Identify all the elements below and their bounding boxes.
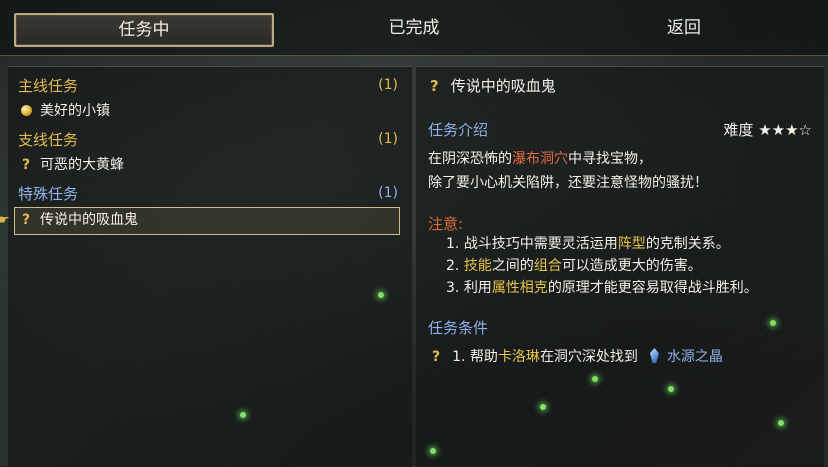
main-quest-header[interactable]: 主线任务 xyxy=(18,75,78,96)
spark-effect xyxy=(240,412,246,418)
side-quest-count: (1) xyxy=(378,131,398,147)
back-button[interactable]: 返回 xyxy=(556,13,812,43)
notes-list: 1. 战斗技巧中需要灵活运用阵型的克制关系。 2. 技能之间的组合可以造成更大的… xyxy=(446,233,758,299)
spark-effect xyxy=(430,448,436,454)
spark-effect xyxy=(378,292,384,298)
top-divider xyxy=(0,55,828,56)
desc-text: 除了要小心机关陷阱，还要注意怪物的骚扰！ xyxy=(428,175,708,191)
question-mark-icon: ? xyxy=(430,77,439,95)
desc-highlight-location: 瀑布洞穴 xyxy=(512,151,568,167)
question-mark-icon: ? xyxy=(21,212,31,228)
note-label: 注意: xyxy=(428,215,464,233)
quest-list-panel: 主线任务 (1) 美好的小镇 支线任务 (1) ? 可恶的大黄蜂 特殊任务 (1)… xyxy=(0,66,412,467)
quest-detail-panel: ? 传说中的吸血鬼 任务介绍 难度 ★★★☆ 在阴深恐怖的瀑布洞穴中寻找宝物， 除… xyxy=(416,66,824,467)
condition-item: ? 1. 帮助卡洛琳在洞穴深处找到 水源之晶 xyxy=(432,348,723,365)
pointer-hand-icon: ☛ xyxy=(0,213,10,228)
main-quest-count: (1) xyxy=(378,77,398,93)
question-mark-icon: ? xyxy=(21,157,31,173)
quest-title-text: 传说中的吸血鬼 xyxy=(450,77,556,95)
quest-item-special[interactable]: ? 传说中的吸血鬼 xyxy=(18,208,138,232)
spark-effect xyxy=(668,386,674,392)
question-mark-icon: ? xyxy=(432,349,441,365)
quest-item-label: 可恶的大黄蜂 xyxy=(40,157,124,173)
spark-effect xyxy=(592,376,598,382)
crystal-icon xyxy=(649,348,659,363)
tab-completed[interactable]: 已完成 xyxy=(286,13,542,43)
spark-effect xyxy=(770,320,776,326)
special-quest-header[interactable]: 特殊任务 xyxy=(18,183,78,204)
spark-effect xyxy=(778,420,784,426)
quest-title: ? 传说中的吸血鬼 xyxy=(430,75,556,96)
star-icon: ★★★☆ xyxy=(758,121,812,139)
tab-in-progress[interactable]: 任务中 xyxy=(14,13,274,47)
desc-text: 在阴深恐怖的 xyxy=(428,151,512,167)
quest-item-label: 传说中的吸血鬼 xyxy=(40,212,138,228)
spark-effect xyxy=(540,404,546,410)
tab-bar: 任务中 已完成 返回 xyxy=(0,0,828,56)
note-item: 2. 技能之间的组合可以造成更大的伤害。 xyxy=(446,258,702,274)
item-link[interactable]: 水源之晶 xyxy=(667,349,723,365)
quest-item-side[interactable]: ? 可恶的大黄蜂 xyxy=(18,153,124,177)
difficulty: 难度 ★★★☆ xyxy=(723,119,812,140)
gold-coin-icon xyxy=(21,105,32,116)
side-quest-header[interactable]: 支线任务 xyxy=(18,129,78,150)
note-item: 3. 利用属性相克的原理才能更容易取得战斗胜利。 xyxy=(446,280,758,296)
intro-label: 任务介绍 xyxy=(428,121,489,139)
quest-item-label: 美好的小镇 xyxy=(40,103,110,119)
note-item: 1. 战斗技巧中需要灵活运用阵型的克制关系。 xyxy=(446,236,730,252)
condition-label: 任务条件 xyxy=(428,319,489,337)
difficulty-label: 难度 xyxy=(723,121,754,139)
quest-item-main[interactable]: 美好的小镇 xyxy=(18,99,110,123)
quest-description: 在阴深恐怖的瀑布洞穴中寻找宝物， 除了要小心机关陷阱，还要注意怪物的骚扰！ xyxy=(428,147,708,195)
special-quest-count: (1) xyxy=(378,185,398,201)
desc-text: 中寻找宝物， xyxy=(568,151,652,167)
